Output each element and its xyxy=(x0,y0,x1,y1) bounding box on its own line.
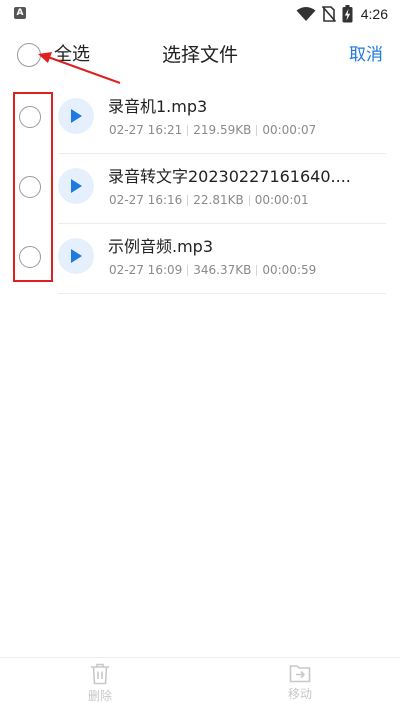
list-item[interactable]: 录音转文字20230227161640.... 02-27 16:16 22.8… xyxy=(0,154,400,224)
row-divider xyxy=(58,293,386,294)
meta-divider xyxy=(256,264,258,276)
file-size: 346.37KB xyxy=(193,263,252,277)
select-all-label[interactable]: 全选 xyxy=(54,43,90,67)
play-button[interactable] xyxy=(58,168,94,204)
delete-button[interactable]: 删除 xyxy=(70,663,130,704)
status-time: 4:26 xyxy=(360,6,388,22)
file-date: 02-27 16:16 xyxy=(109,193,183,207)
meta-divider xyxy=(187,264,189,276)
file-name: 录音转文字20230227161640.... xyxy=(108,167,351,186)
bottom-toolbar: 删除 移动 xyxy=(0,657,400,711)
play-icon xyxy=(71,109,82,123)
select-all-radio[interactable] xyxy=(17,43,41,67)
move-to-folder-icon xyxy=(289,665,311,683)
file-duration: 00:00:07 xyxy=(262,123,317,137)
file-size: 219.59KB xyxy=(193,123,252,137)
meta-divider xyxy=(256,124,258,136)
header: 全选 选择文件 取消 xyxy=(0,28,400,84)
cancel-button[interactable]: 取消 xyxy=(349,43,383,67)
move-label: 移动 xyxy=(287,687,312,701)
annotation-highlight-box xyxy=(13,92,53,282)
file-date: 02-27 16:21 xyxy=(109,123,183,137)
file-duration: 00:00:01 xyxy=(254,193,309,207)
trash-icon xyxy=(91,663,109,685)
file-name: 示例音频.mp3 xyxy=(108,237,214,256)
file-duration: 00:00:59 xyxy=(262,263,317,277)
play-button[interactable] xyxy=(58,98,94,134)
file-meta: 02-27 16:21 219.59KB 00:00:07 xyxy=(109,122,316,138)
no-sim-icon xyxy=(321,6,336,22)
status-icons: 4:26 xyxy=(296,5,388,23)
battery-charging-icon xyxy=(342,5,353,23)
move-button[interactable]: 移动 xyxy=(270,663,330,702)
file-list: 录音机1.mp3 02-27 16:21 219.59KB 00:00:07 录… xyxy=(0,84,400,294)
file-size: 22.81KB xyxy=(193,193,244,207)
play-icon xyxy=(71,249,82,263)
status-bar: A 4:26 xyxy=(0,0,400,28)
list-item[interactable]: 示例音频.mp3 02-27 16:09 346.37KB 00:00:59 xyxy=(0,224,400,294)
delete-label: 删除 xyxy=(87,689,112,703)
meta-divider xyxy=(248,194,250,206)
wifi-icon xyxy=(296,7,316,21)
file-meta: 02-27 16:16 22.81KB 00:00:01 xyxy=(109,192,309,208)
file-date: 02-27 16:09 xyxy=(109,263,183,277)
meta-divider xyxy=(187,124,189,136)
meta-divider xyxy=(187,194,189,206)
play-button[interactable] xyxy=(58,238,94,274)
app-indicator-icon: A xyxy=(14,7,26,19)
play-icon xyxy=(71,179,82,193)
file-meta: 02-27 16:09 346.37KB 00:00:59 xyxy=(109,262,316,278)
list-item[interactable]: 录音机1.mp3 02-27 16:21 219.59KB 00:00:07 xyxy=(0,84,400,154)
file-name: 录音机1.mp3 xyxy=(108,97,208,116)
